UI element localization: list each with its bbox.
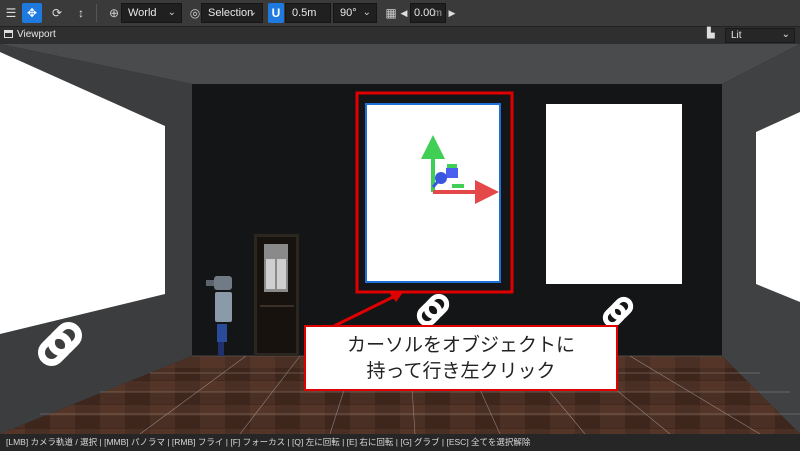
right-wall-canvas[interactable] [756,112,800,302]
grid-value-field[interactable]: 0.00 m [410,3,446,23]
grid-icon: ▦ [385,6,397,20]
chevron-down-icon: ⌄ [362,7,371,18]
grid-decrease-icon[interactable]: ◀ [399,3,409,23]
globe-icon: ⊕ [108,6,120,20]
shading-select-value: Lit [731,30,742,41]
mode-select-value: Selection [208,7,254,19]
chevron-down-icon: ⌄ [167,7,176,18]
shading-select[interactable]: Lit ⌄ [725,28,795,43]
mode-select[interactable]: Selection ⌄ [201,3,263,23]
scale-tool-icon[interactable]: ↕ [72,3,90,23]
snap-value-field[interactable]: 0.5m [285,3,331,23]
chevron-down-icon: ⌄ [248,7,257,18]
top-toolbar: ☰ ✥ ⟳ ↕ ⊕ World ⌄ ◎ Selection ⌄ U 0.5m 9… [0,0,800,27]
status-bar: [LMB] カメラ軌道 / 選択 | [MMB] パノラマ | [RMB] フラ… [0,434,800,451]
callout-line-1: カーソルをオブジェクトに [346,334,575,356]
viewport-header: Viewport ▙ Lit ⌄ [0,27,800,45]
magnet-snap-icon[interactable]: U [268,3,284,23]
toolbar-divider [96,4,97,22]
status-bar-text: [LMB] カメラ軌道 / 選択 | [MMB] パノラマ | [RMB] フラ… [6,437,531,447]
grid-value: 0.00 [414,7,436,19]
grid-unit: m [433,7,442,19]
menu-icon[interactable]: ☰ [2,3,20,23]
stats-icon[interactable]: ▙ [707,28,715,39]
space-select-value: World [128,7,157,19]
grid-increase-icon[interactable]: ▶ [447,3,457,23]
viewport-icon [4,30,13,38]
viewport-title: Viewport [17,29,56,40]
angle-select-value: 90° [340,7,357,19]
chevron-down-icon: ⌄ [781,29,790,40]
callout-line-2: 持って行き左クリック [366,360,556,382]
angle-select[interactable]: 90° ⌄ [333,3,377,23]
snap-value: 0.5m [292,7,317,19]
rotate-tool-icon[interactable]: ⟳ [48,3,66,23]
right-canvas[interactable] [546,104,682,284]
door [254,234,299,356]
space-select[interactable]: World ⌄ [121,3,182,23]
instruction-callout: カーソルをオブジェクトに 持って行き左クリック [304,325,618,391]
move-tool-icon[interactable]: ✥ [22,3,42,23]
